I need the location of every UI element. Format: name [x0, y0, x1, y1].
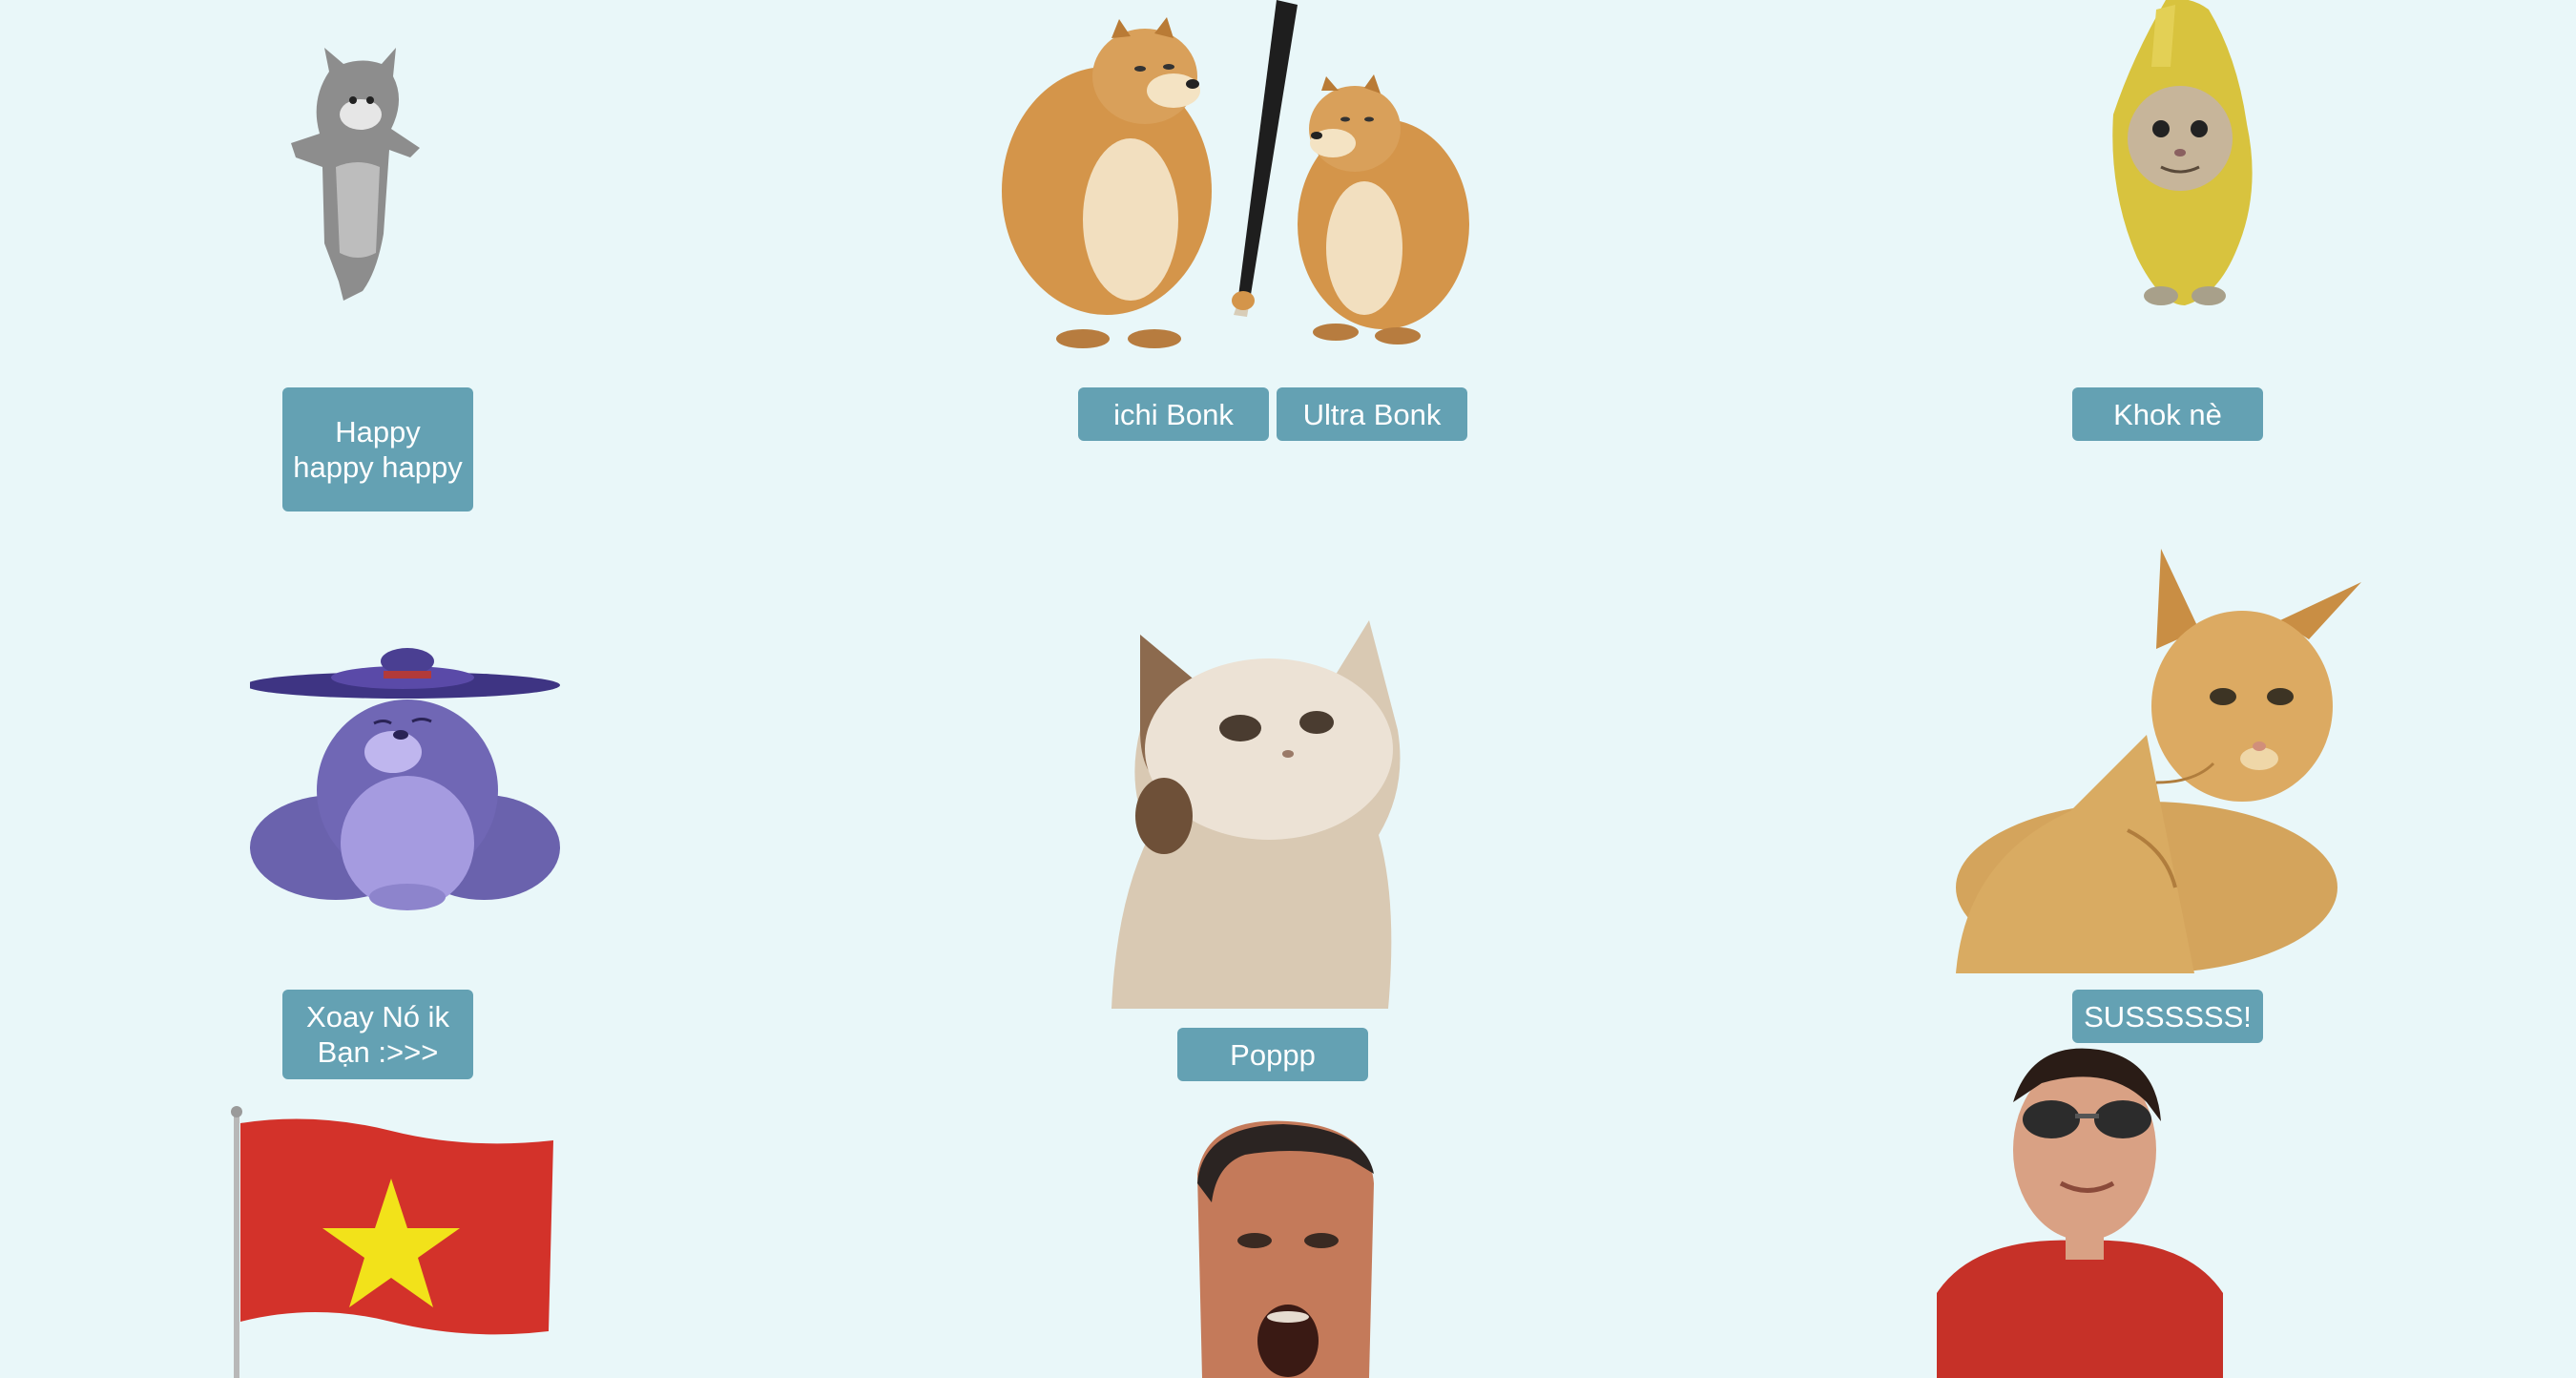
dancing-cat-image: [291, 48, 420, 301]
sus-button[interactable]: SUSSSSSS!: [2072, 990, 2263, 1043]
khok-ne-button[interactable]: Khok nè: [2072, 387, 2263, 441]
orange-cat-image: [1956, 549, 2361, 973]
ultra-bonk-button[interactable]: Ultra Bonk: [1277, 387, 1467, 441]
pop-cat-image: [1111, 620, 1401, 1009]
ichi-bonk-button[interactable]: ichi Bonk: [1078, 387, 1269, 441]
happy-happy-happy-button[interactable]: Happy happy happy: [282, 387, 473, 512]
footballer-face-image: [1197, 1120, 1374, 1378]
cheems-bonk-image: [1002, 0, 1469, 348]
sunglasses-guy-image: [1937, 1048, 2223, 1378]
spinning-hat-creature-image: [250, 648, 560, 910]
poppp-button[interactable]: Poppp: [1177, 1028, 1368, 1081]
xoay-no-ik-ban-button[interactable]: Xoay Nó ik Bạn :>>>: [282, 990, 473, 1079]
vietnam-flag-image: [231, 1106, 553, 1378]
meme-soundboard-page: Happy happy happy ichi Bonk Ultra Bonk K…: [0, 0, 2576, 1378]
banana-cat-image: [2112, 0, 2253, 305]
